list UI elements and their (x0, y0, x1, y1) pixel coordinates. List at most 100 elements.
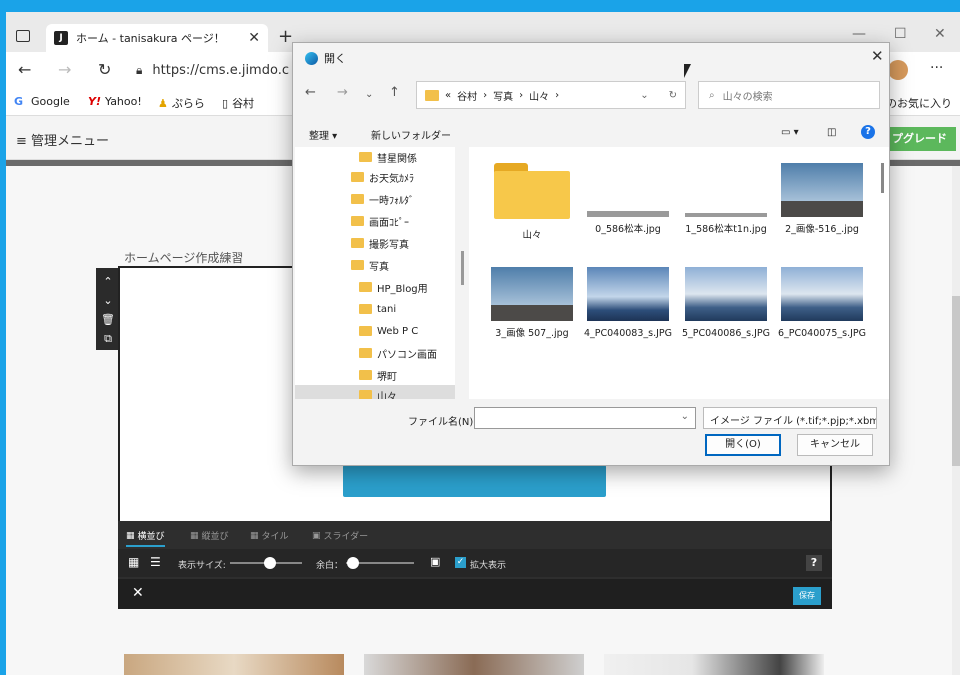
file-item[interactable]: 4_PC040083_s.JPG (583, 267, 673, 340)
address-field[interactable]: 🔒︎ https://cms.e.jimdo.c (136, 58, 306, 82)
margin-knob[interactable] (346, 557, 359, 569)
folder-icon (359, 370, 372, 380)
filetype-select[interactable]: イメージ ファイル (*.tif;*.pjp;*.xbm; (703, 407, 877, 429)
tree-item[interactable]: お天気ｶﾒﾗ (351, 167, 414, 187)
tree-item[interactable]: 撮影写真 (351, 233, 409, 253)
tree-item[interactable]: HP_Blog用 (359, 277, 428, 297)
window-close-icon[interactable]: ✕ (934, 26, 946, 42)
path-breadcrumb[interactable]: « 谷村 › 写真 › 山々 › ⌄ ↻ (416, 81, 686, 109)
file-item[interactable]: 0_586松本.jpg (583, 163, 673, 236)
zoom-checkbox[interactable]: ✓ (455, 557, 466, 568)
file-item[interactable]: 2_画像-516_.jpg (777, 163, 867, 236)
path-dropdown-icon[interactable]: ⌄ (640, 90, 648, 101)
view-options-icon[interactable]: ▭ ▾ (781, 127, 799, 138)
bookmark-favorites[interactable]: のお気に入り (886, 95, 952, 111)
tree-item[interactable]: 彗星関係 (359, 147, 417, 167)
filename-dropdown-icon[interactable]: ⌄ (681, 411, 689, 422)
url-text: https://cms.e.jimdo.c (152, 62, 289, 78)
up-folder-icon[interactable]: ↑ (389, 85, 400, 100)
path-refresh-icon[interactable]: ↻ (669, 90, 677, 101)
bookmark-tanimura[interactable]: ▯ 谷村 (222, 95, 254, 111)
scrollbar-thumb[interactable] (952, 296, 960, 466)
file-item[interactable]: 3_画像 507_.jpg (487, 267, 577, 340)
tab-jimdo[interactable]: J ホーム - tanisakura ページ！ ✕ (46, 24, 268, 52)
dialog-titlebar: 開く (293, 43, 889, 73)
mouse-cursor-icon (684, 64, 691, 78)
grid-view-icon[interactable]: ▦ (128, 555, 139, 569)
help-button[interactable]: ? (806, 555, 822, 571)
tree-item[interactable]: パソコン画面 (359, 343, 437, 363)
bookmark-google[interactable]: G Google (14, 95, 70, 108)
image-thumbnail (781, 267, 863, 321)
refresh-icon[interactable]: ↻ (98, 60, 111, 79)
tree-item[interactable]: 一時ﾌｫﾙﾀﾞ (351, 189, 414, 209)
tree-item[interactable]: 堺町 (359, 365, 397, 385)
bookmark-yahoo[interactable]: Y! Yahoo! (88, 95, 142, 108)
recent-locations-icon[interactable]: ⌄ (365, 89, 373, 100)
back-icon[interactable]: ← (18, 60, 31, 79)
help-icon[interactable]: ? (861, 125, 875, 139)
open-button[interactable]: 開く(O) (705, 434, 781, 456)
zoom-label: 拡大表示 (470, 561, 507, 571)
tab-vertical[interactable]: ▦ 縦並び (190, 529, 229, 543)
new-folder-button[interactable]: 新しいフォルダー (371, 127, 451, 142)
tab-tile[interactable]: ▦ タイル (250, 529, 289, 543)
bookmark-plala[interactable]: ♟ ぷらら (158, 95, 205, 111)
new-tab-icon[interactable]: + (278, 26, 293, 47)
tab-actions-icon[interactable] (16, 30, 30, 42)
file-item[interactable]: 5_PC040086_s.JPG (681, 267, 771, 340)
folder-icon (351, 260, 364, 270)
forward-icon[interactable]: → (58, 60, 71, 79)
tree-item[interactable]: Web P C (359, 321, 418, 341)
dialog-close-icon[interactable]: ✕ (871, 47, 884, 65)
display-size-knob[interactable] (263, 557, 276, 569)
breadcrumb-tanimura[interactable]: 谷村 (457, 88, 477, 103)
cancel-button[interactable]: キャンセル (797, 434, 873, 456)
tree-item[interactable]: 写真 (351, 255, 389, 275)
search-icon: ⌕ (709, 89, 715, 101)
file-grid: 山々 0_586松本.jpg 1_586松本t1n.jpg 2_画像-516_.… (469, 147, 889, 399)
tab-horizontal[interactable]: ▦ 横並び (126, 529, 165, 547)
tree-item[interactable]: tani (359, 299, 396, 319)
folder-icon (359, 152, 372, 162)
slider-layout-icon: ▣ (312, 530, 321, 541)
tree-scrollbar[interactable] (461, 251, 464, 285)
delete-icon[interactable]: 🗑︎ (96, 310, 120, 329)
copy-icon[interactable]: ⧉ (96, 329, 120, 348)
folder-search-input[interactable]: ⌕ 山々の検索 (698, 81, 880, 109)
tab-slider[interactable]: ▣ スライダー (312, 529, 368, 543)
image-icon[interactable]: ▣ (430, 555, 440, 568)
tree-item[interactable]: 画面ｺﾋﾟｰ (351, 211, 409, 231)
file-grid-scrollbar[interactable] (881, 163, 884, 193)
upload-button[interactable] (343, 465, 606, 497)
file-item[interactable]: 山々 (487, 163, 577, 242)
move-down-icon[interactable]: ⌄ (96, 291, 120, 310)
profile-avatar[interactable] (888, 60, 908, 80)
page-icon: ▯ (222, 96, 229, 110)
file-item[interactable]: 1_586松本t1n.jpg (681, 163, 771, 236)
preview-pane-icon[interactable]: ◫ (827, 127, 836, 138)
filename-input[interactable]: ⌄ (474, 407, 696, 429)
tab-close-icon[interactable]: ✕ (248, 30, 260, 46)
page-title: ホームページ作成練習 (124, 251, 244, 265)
image-thumbnail (685, 267, 767, 321)
tab-title: ホーム - tanisakura ページ！ (76, 32, 225, 45)
upgrade-button[interactable]: プグレード (886, 127, 956, 151)
dialog-forward-icon[interactable]: → (337, 85, 348, 100)
minimize-icon[interactable]: — (852, 26, 866, 42)
page-scrollbar[interactable] (952, 166, 960, 675)
file-item[interactable]: 6_PC040075_s.JPG (777, 267, 867, 340)
save-button[interactable]: 保存 (793, 587, 821, 605)
dialog-title: 開く (324, 52, 346, 65)
more-menu-icon[interactable]: ··· (930, 60, 943, 76)
breadcrumb-mountains[interactable]: 山々 (529, 88, 549, 103)
folder-icon (359, 326, 372, 336)
dialog-back-icon[interactable]: ← (305, 85, 316, 100)
maximize-icon[interactable]: ☐ (894, 26, 907, 42)
breadcrumb-photos[interactable]: 写真 (493, 88, 513, 103)
tree-item-selected[interactable]: 山々 (295, 385, 455, 399)
close-editor-button[interactable]: ✕ (132, 585, 144, 601)
list-view-icon[interactable]: ☰ (150, 555, 161, 569)
organize-button[interactable]: 整理 ▾ (309, 127, 337, 142)
move-up-icon[interactable]: ⌃ (96, 272, 120, 291)
